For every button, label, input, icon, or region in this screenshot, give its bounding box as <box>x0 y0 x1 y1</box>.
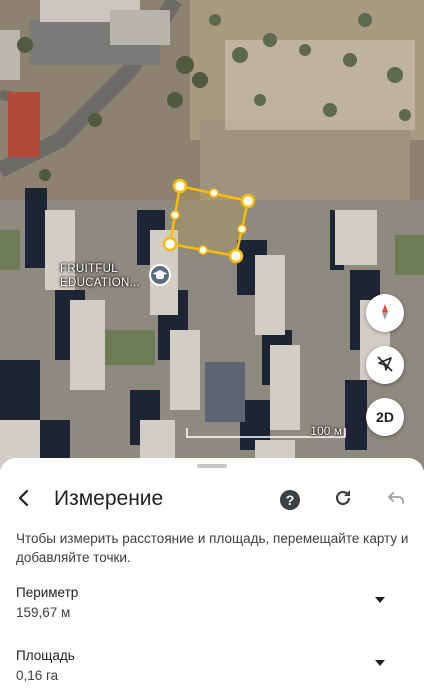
measure-sheet: Измерение ? Чтобы измерить расстояние и … <box>0 458 424 699</box>
satellite-map[interactable]: FRUITFUL EDUCATION... 2D 100 м <box>0 0 424 470</box>
scale-bar: 100 м <box>186 424 346 440</box>
sheet-title: Измерение <box>54 487 164 510</box>
compass-button[interactable] <box>366 294 404 332</box>
view-mode-button[interactable]: 2D <box>366 398 404 436</box>
undo-button[interactable] <box>382 486 410 514</box>
satellite-imagery <box>0 0 424 470</box>
help-icon: ? <box>280 490 300 510</box>
help-button[interactable]: ? <box>276 486 304 514</box>
sheet-grabber[interactable] <box>197 464 227 468</box>
chevron-down-icon[interactable] <box>375 660 385 666</box>
back-arrow-icon <box>16 489 32 512</box>
perimeter-row[interactable]: Периметр 159,67 м <box>16 585 411 629</box>
measure-instructions: Чтобы измерить расстояние и площадь, пер… <box>16 531 409 565</box>
perimeter-label: Периметр <box>16 585 79 600</box>
area-label: Площадь <box>16 648 75 663</box>
reset-button[interactable] <box>329 486 357 514</box>
chevron-down-icon[interactable] <box>375 597 385 603</box>
area-row[interactable]: Площадь 0,16 га <box>16 648 411 692</box>
undo-icon <box>387 490 405 511</box>
location-off-icon <box>375 354 395 377</box>
compass-icon <box>375 302 395 325</box>
scale-label: 100 м <box>310 424 342 438</box>
sheet-header: Измерение ? <box>0 480 424 520</box>
area-value: 0,16 га <box>16 668 59 683</box>
graduation-cap-icon[interactable] <box>149 264 171 286</box>
location-button[interactable] <box>366 346 404 384</box>
back-button[interactable] <box>8 484 40 516</box>
perimeter-value: 159,67 м <box>16 605 71 620</box>
refresh-icon <box>333 488 353 513</box>
